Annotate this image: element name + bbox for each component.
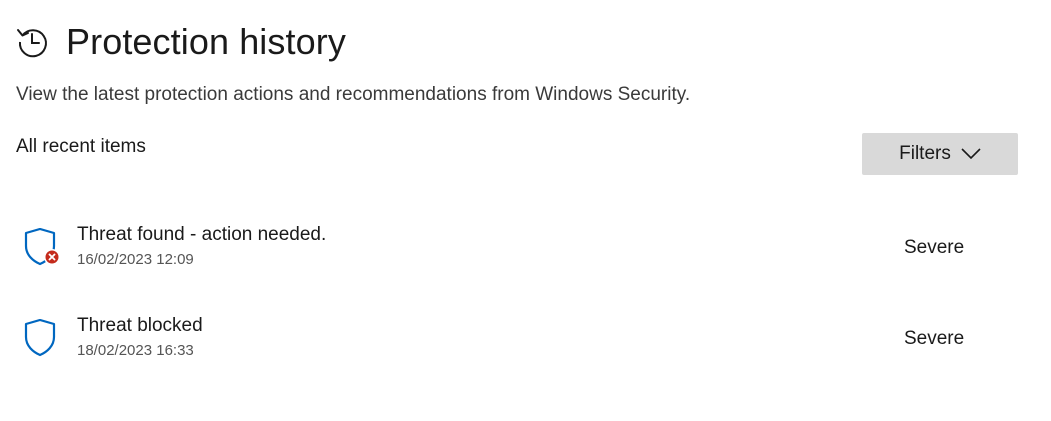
shield-error-icon [22,227,62,268]
item-date: 18/02/2023 16:33 [77,342,194,359]
item-title: Threat found - action needed. [77,224,327,245]
item-title: Threat blocked [77,315,203,336]
item-severity: Severe [904,237,965,258]
page-title: Protection history [66,21,346,62]
page-description: View the latest protection actions and r… [16,84,691,105]
section-label: All recent items [16,136,146,157]
history-icon [16,25,50,59]
chevron-down-icon [961,148,981,160]
page-header: Protection history [16,20,346,64]
filters-button[interactable]: Filters [862,133,1018,175]
protection-history-page: Protection history View the latest prote… [0,0,1051,421]
item-date: 16/02/2023 12:09 [77,251,194,268]
filters-label: Filters [899,143,951,164]
history-item[interactable]: Threat found - action needed. 16/02/2023… [0,218,1051,288]
item-severity: Severe [904,328,965,349]
history-item[interactable]: Threat blocked 18/02/2023 16:33 Severe [0,309,1051,379]
shield-icon [22,318,62,359]
